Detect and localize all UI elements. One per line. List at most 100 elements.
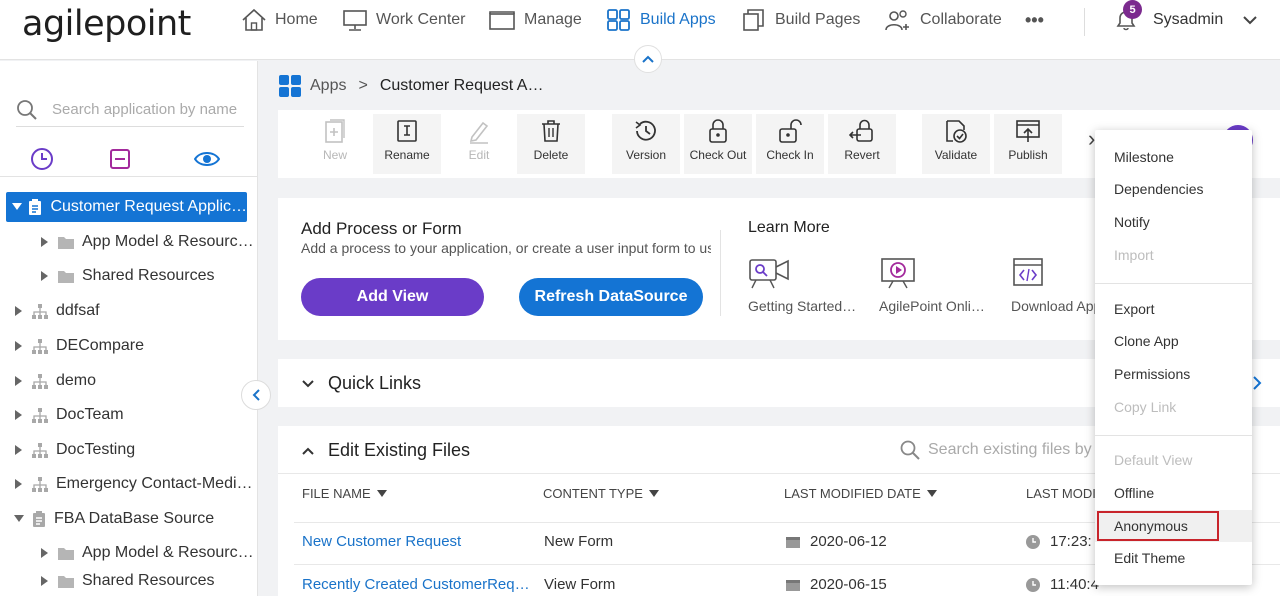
tab-checked-out[interactable]	[78, 147, 162, 171]
check-in-button[interactable]: Check In	[756, 114, 824, 174]
tab-recent[interactable]	[0, 147, 84, 171]
more-menu-button[interactable]: •••	[1025, 0, 1044, 40]
content-type-cell: View Form	[544, 576, 616, 593]
menu-item-notify[interactable]: Notify	[1095, 206, 1252, 238]
tree-item-fba-database[interactable]: FBA DataBase Source	[12, 504, 214, 534]
caret-right-icon[interactable]	[12, 479, 26, 489]
delete-button[interactable]: Delete	[517, 114, 585, 174]
sidebar-collapse-button[interactable]	[241, 380, 271, 410]
caret-right-icon[interactable]	[12, 410, 26, 420]
validate-button[interactable]: Validate	[922, 114, 990, 174]
tree-item-doctesting[interactable]: DocTesting	[12, 435, 135, 465]
date-value: 2020-06-15	[810, 576, 887, 593]
menu-item-export[interactable]: Export	[1095, 293, 1252, 325]
revert-label: Revert	[844, 148, 880, 162]
hierarchy-icon	[32, 338, 48, 354]
file-name-link[interactable]: Recently Created CustomerReq…	[302, 576, 530, 593]
menu-item-edit-theme[interactable]: Edit Theme	[1095, 542, 1252, 574]
file-name-link[interactable]: New Customer Request	[302, 533, 461, 550]
new-button[interactable]: New	[301, 114, 369, 174]
tab-watched[interactable]	[165, 147, 249, 171]
existing-files-search[interactable]: Search existing files by F	[900, 440, 1106, 460]
column-header-file-name[interactable]: FILE NAME	[302, 486, 387, 501]
tree-item-customer-request-app[interactable]: Customer Request Applic…	[6, 192, 247, 222]
code-window-icon	[1011, 256, 1051, 290]
caret-right-icon[interactable]	[12, 341, 26, 351]
content-type-cell: New Form	[544, 533, 614, 550]
menu-item-permissions[interactable]: Permissions	[1095, 358, 1252, 390]
publish-button[interactable]: Publish	[994, 114, 1062, 174]
tree-item-app-model[interactable]: App Model & Resourc…	[38, 227, 254, 257]
caret-right-icon[interactable]	[38, 548, 52, 558]
nav-work-center[interactable]: Work Center	[342, 0, 466, 40]
menu-item-copy-link[interactable]: Copy Link	[1095, 391, 1252, 423]
caret-right-icon[interactable]	[12, 376, 26, 386]
user-name[interactable]: Sysadmin	[1153, 0, 1223, 40]
add-view-button[interactable]: Add View	[301, 278, 484, 316]
tree-item-emergency-contact[interactable]: Emergency Contact-Medi…	[12, 469, 253, 499]
learn-download-app[interactable]: Download App	[1011, 256, 1101, 314]
nav-build-apps[interactable]: Build Apps	[606, 0, 716, 40]
app-search-input[interactable]	[50, 100, 240, 119]
caret-down-icon[interactable]	[12, 203, 23, 211]
nav-build-apps-label: Build Apps	[640, 11, 716, 28]
folder-icon	[58, 547, 74, 560]
tree-item-decompare[interactable]: DECompare	[12, 331, 144, 361]
breadcrumb-current: Customer Request A…	[379, 77, 544, 94]
grid-icon	[606, 8, 632, 32]
existing-files-header[interactable]: Edit Existing Files	[302, 440, 470, 461]
caret-right-icon[interactable]	[12, 306, 26, 316]
caret-down-icon[interactable]	[12, 515, 26, 523]
nav-collaborate-label: Collaborate	[920, 11, 1002, 28]
nav-build-pages-label: Build Pages	[775, 11, 861, 28]
caret-right-icon[interactable]	[38, 576, 52, 586]
tree-item-shared-resources-2[interactable]: Shared Resources	[38, 566, 215, 596]
app-search-box	[16, 93, 244, 127]
rename-button[interactable]: Rename	[373, 114, 441, 174]
learn-getting-started[interactable]: Getting Started…	[748, 256, 856, 314]
collapse-header-button[interactable]	[634, 45, 662, 73]
edit-button[interactable]: Edit	[445, 114, 513, 174]
check-in-label: Check In	[766, 148, 814, 162]
menu-item-offline[interactable]: Offline	[1095, 477, 1252, 509]
caret-right-icon[interactable]	[38, 271, 52, 281]
lock-icon	[707, 114, 729, 148]
tree-item-app-model-2[interactable]: App Model & Resourc…	[38, 538, 254, 568]
quick-links-expand-icon[interactable]	[1252, 376, 1262, 390]
refresh-datasource-button[interactable]: Refresh DataSource	[519, 278, 703, 316]
column-header-content-type[interactable]: CONTENT TYPE	[543, 486, 659, 501]
check-out-button[interactable]: Check Out	[684, 114, 752, 174]
menu-item-milestone[interactable]: Milestone	[1095, 141, 1252, 173]
menu-item-clone-app[interactable]: Clone App	[1095, 325, 1252, 357]
nav-manage[interactable]: Manage	[488, 0, 582, 40]
caret-right-icon[interactable]	[12, 445, 26, 455]
nav-home[interactable]: Home	[241, 0, 318, 40]
learn-agilepoint-online[interactable]: AgilePoint Onli…	[879, 256, 985, 314]
column-header-last-modified-time[interactable]: LAST MODI	[1026, 486, 1096, 501]
agilepoint-logo[interactable]: agilepoint	[22, 4, 191, 44]
nav-build-pages[interactable]: Build Pages	[741, 0, 860, 40]
menu-item-default-view[interactable]: Default View	[1095, 444, 1252, 476]
video-camera-icon	[748, 256, 792, 290]
tree-item-demo[interactable]: demo	[12, 366, 96, 396]
menu-item-import[interactable]: Import	[1095, 239, 1252, 271]
tree-item-label: DECompare	[56, 337, 145, 354]
breadcrumb-apps-link[interactable]: Apps	[310, 77, 346, 95]
tree-item-shared-resources[interactable]: Shared Resources	[38, 261, 215, 291]
user-menu-chevron-icon[interactable]	[1242, 0, 1258, 40]
version-button[interactable]: Version	[612, 114, 680, 174]
hierarchy-icon	[32, 476, 48, 492]
tree-item-ddfsaf[interactable]: ddfsaf	[12, 296, 100, 326]
chevron-up-icon	[642, 55, 654, 63]
home-icon	[241, 8, 267, 32]
nav-collaborate[interactable]: Collaborate	[884, 0, 1002, 40]
tree-item-docteam[interactable]: DocTeam	[12, 400, 124, 430]
column-header-last-modified-date[interactable]: LAST MODIFIED DATE	[784, 486, 937, 501]
menu-item-dependencies[interactable]: Dependencies	[1095, 173, 1252, 205]
trash-icon	[540, 114, 562, 148]
rename-icon	[396, 114, 418, 148]
quick-links-header[interactable]: Quick Links	[302, 373, 421, 394]
nav-home-label: Home	[275, 11, 318, 28]
caret-right-icon[interactable]	[38, 237, 52, 247]
revert-button[interactable]: Revert	[828, 114, 896, 174]
